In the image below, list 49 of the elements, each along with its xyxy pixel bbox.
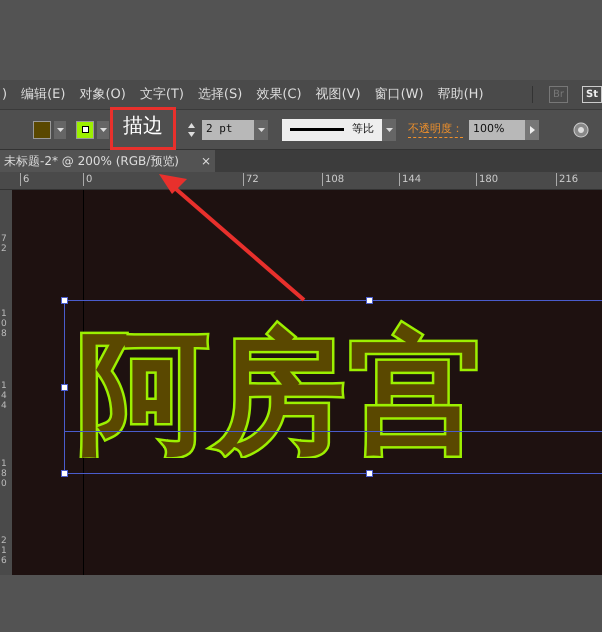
selection-handle[interactable] bbox=[61, 384, 68, 391]
stroke-line-icon bbox=[290, 128, 344, 131]
opacity-field[interactable]: 100% bbox=[469, 120, 525, 140]
selection-handle[interactable] bbox=[366, 470, 373, 477]
menu-item[interactable]: 选择(S) bbox=[198, 84, 242, 104]
ruler-label: 108 bbox=[322, 173, 344, 186]
menu-item[interactable]: 效果(C) bbox=[256, 84, 302, 104]
ruler-label: 180 bbox=[476, 173, 498, 186]
selection-handle[interactable] bbox=[61, 297, 68, 304]
app-button[interactable]: St bbox=[582, 86, 602, 103]
dropdown-caret-icon bbox=[100, 128, 106, 132]
tab-label: 未标题-2* @ 200% (RGB/预览) bbox=[4, 153, 179, 170]
menu-item[interactable]: 视图(V) bbox=[316, 84, 361, 104]
menu-item[interactable]: 窗口(W) bbox=[374, 84, 424, 104]
stroke-swatch[interactable] bbox=[76, 120, 109, 138]
ruler-label: 72 bbox=[1, 235, 8, 255]
dropdown-caret-icon bbox=[56, 128, 64, 132]
fill-swatch[interactable] bbox=[33, 120, 66, 138]
selection-handle[interactable] bbox=[61, 470, 68, 477]
opacity-label[interactable]: 不透明度： bbox=[408, 120, 463, 138]
ruler-label: 0 bbox=[83, 173, 92, 186]
document-tab[interactable]: 未标题-2* @ 200% (RGB/预览) × bbox=[0, 150, 216, 172]
annotation-label: 描边 bbox=[123, 113, 163, 137]
menu-item[interactable]: ) bbox=[2, 84, 8, 104]
fill-color bbox=[33, 120, 51, 138]
ruler-label: 216 bbox=[556, 173, 578, 186]
tab-close[interactable]: × bbox=[201, 152, 212, 170]
dropdown-caret-icon bbox=[258, 128, 264, 132]
stroke-weight-field[interactable]: 2 pt bbox=[202, 120, 254, 140]
ruler-label: 72 bbox=[243, 173, 259, 186]
arrow-button-icon[interactable] bbox=[525, 120, 539, 140]
stroke-color bbox=[76, 120, 94, 138]
stroke-profile-field[interactable]: 等比 bbox=[282, 118, 382, 140]
profile-label: 等比 bbox=[352, 121, 374, 138]
dropdown-button[interactable] bbox=[382, 118, 396, 140]
menu-item[interactable]: 文字(T) bbox=[140, 84, 184, 104]
menu-item[interactable]: 编辑(E) bbox=[21, 84, 66, 104]
ruler-label: 216 bbox=[1, 537, 8, 567]
ruler-label: 144 bbox=[399, 173, 422, 186]
dropdown-button[interactable] bbox=[254, 120, 268, 140]
ruler-label: 6 bbox=[20, 173, 30, 186]
selection-handle[interactable] bbox=[366, 297, 373, 304]
stepper-icon[interactable] bbox=[187, 120, 196, 138]
ruler-label: 108 bbox=[1, 310, 8, 340]
menu-item[interactable]: 对象(O) bbox=[79, 84, 126, 104]
dropdown-caret-icon bbox=[386, 128, 392, 132]
menu-item[interactable]: 帮助(H) bbox=[438, 84, 484, 104]
ruler-label: 144 bbox=[1, 382, 8, 412]
ruler-label: 180 bbox=[1, 460, 8, 490]
